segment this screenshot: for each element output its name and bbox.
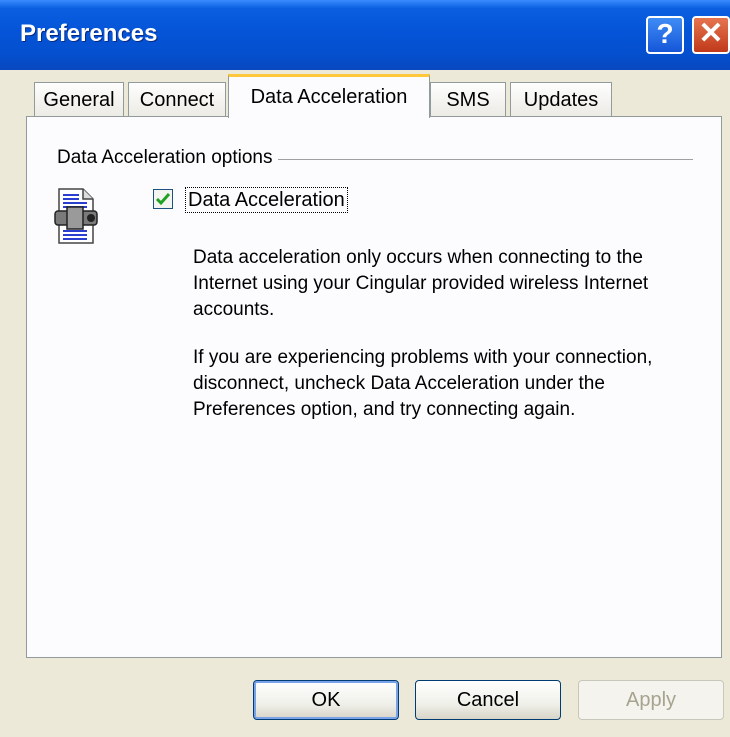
tab-sms[interactable]: SMS: [430, 82, 506, 116]
info-paragraph-2: If you are experiencing problems with yo…: [193, 347, 653, 420]
help-button[interactable]: ?: [646, 16, 684, 54]
tab-general[interactable]: General: [34, 82, 124, 116]
tab-updates[interactable]: Updates: [510, 82, 612, 116]
data-acceleration-checkbox-label[interactable]: Data Acceleration: [185, 187, 348, 213]
data-acceleration-checkbox[interactable]: [153, 189, 173, 209]
info-paragraph-1: Data acceleration only occurs when conne…: [193, 247, 649, 320]
group-label: Data Acceleration options: [57, 147, 279, 169]
tab-connect[interactable]: Connect: [128, 82, 226, 116]
tab-panel: Data Acceleration options Data Accelerat…: [26, 116, 722, 658]
cancel-button[interactable]: Cancel: [415, 680, 561, 720]
checkmark-icon: [155, 193, 171, 206]
window-title: Preferences: [20, 20, 158, 47]
data-acceleration-icon: [54, 188, 98, 244]
preferences-dialog: Preferences ? ✕ General Connect Data Acc…: [0, 0, 730, 737]
apply-button[interactable]: Apply: [578, 680, 724, 720]
title-bar: Preferences ? ✕: [0, 0, 730, 70]
tab-data-acceleration[interactable]: Data Acceleration: [228, 74, 430, 118]
ok-button[interactable]: OK: [253, 680, 399, 720]
close-button[interactable]: ✕: [692, 16, 730, 54]
